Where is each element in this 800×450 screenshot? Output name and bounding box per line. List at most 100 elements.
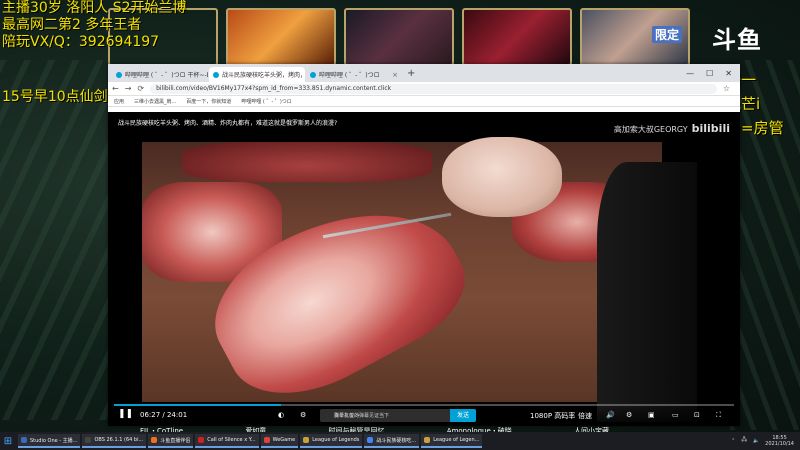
taskbar-item[interactable]: League of Legends	[300, 434, 363, 448]
tab-video[interactable]: 战斗民族硬核吃羊头粥，烤肉， ×	[209, 67, 305, 82]
pause-icon[interactable]: ❚❚	[118, 409, 133, 419]
bilibili-icon	[310, 71, 316, 78]
taskbar-item-label: 战斗民族硬核吃...	[376, 437, 417, 444]
taskbar-item-label: 斗鱼直播伴侣	[160, 437, 191, 444]
bilibili-watermark: bilibili	[691, 122, 730, 135]
widescreen-icon[interactable]: ▭	[672, 411, 679, 419]
clock[interactable]: 18:55 2021/10/14	[765, 435, 794, 447]
bookmarks-bar: 应用 三维小去遇黑_肩... 百度一下，你就知道 哔哩哔哩 ( ゜- ゜)つロ	[108, 96, 740, 107]
app-icon	[85, 437, 92, 443]
streamer-info-line: 主播30岁 洛阳人 S2开始兰博	[2, 0, 187, 16]
taskbar-item[interactable]: League of Legen...	[421, 434, 483, 448]
speaker-icon[interactable]: 🔈	[753, 438, 759, 444]
video-title: 战斗民族硬核吃羊头粥、烤肉、酒精、炸肉丸都有，难道这就是俄罗斯男人的浪漫?	[118, 120, 338, 127]
taskbar-item-label: WeGame	[272, 437, 296, 443]
champion-portrait-4	[462, 8, 572, 66]
url-field[interactable]: bilibili.com/video/BV16My177x4?spm_id_fr…	[150, 83, 717, 94]
danmaku-input[interactable]: 发个友善的弹幕见证当下 弹幕礼仪 > 发送	[320, 409, 476, 422]
bookmark-item[interactable]: 百度一下，你就知道	[186, 98, 231, 105]
forward-icon[interactable]: →	[125, 84, 132, 93]
video-frame-detail	[442, 137, 562, 217]
time-display: 06:27 / 24:01	[140, 411, 188, 419]
maximize-icon[interactable]: ☐	[706, 69, 713, 78]
streamer-info-line: 陪玩VX/Q：392694197	[2, 34, 160, 50]
app-icon	[21, 437, 27, 443]
fullscreen-icon[interactable]: ⛶	[716, 411, 721, 420]
tab-bilibili-2[interactable]: 哔哩哔哩 ( ゜- ゜)つロ ×	[306, 67, 402, 82]
video-player[interactable]: 战斗民族硬核吃羊头粥、烤肉、酒精、炸肉丸都有，难道这就是俄罗斯男人的浪漫? 高加…	[108, 112, 740, 426]
web-fullscreen-icon[interactable]: ⊡	[694, 411, 700, 419]
window-controls: — ☐ ✕	[686, 69, 740, 78]
tab-strip: 哔哩哔哩 ( ゜- ゜)つロ 干杯~-bili × 战斗民族硬核吃羊头粥，烤肉，…	[108, 64, 740, 82]
taskbar-item[interactable]: Studio One - 主播...	[18, 434, 81, 448]
back-icon[interactable]: ←	[112, 84, 119, 93]
taskbar-item[interactable]: OBS 26.1.1 (64 bi...	[82, 434, 147, 448]
taskbar-item[interactable]: 战斗民族硬核吃...	[364, 434, 420, 448]
video-frame	[142, 137, 697, 422]
danmaku-settings-icon[interactable]: ⚙	[300, 411, 306, 419]
champion-portrait-5: 限定	[580, 8, 690, 66]
bilibili-icon	[213, 71, 219, 78]
app-icon	[263, 437, 270, 443]
browser-window: 哔哩哔哩 ( ゜- ゜)つロ 干杯~-bili × 战斗民族硬核吃羊头粥，烤肉，…	[108, 64, 740, 426]
limited-badge: 限定	[651, 26, 682, 43]
bookmark-item[interactable]: 三维小去遇黑_肩...	[134, 98, 176, 105]
taskbar-item-label: Studio One - 主播...	[30, 437, 78, 444]
close-icon[interactable]: ×	[392, 71, 398, 79]
app-icon	[198, 437, 205, 443]
taskbar-item-label: League of Legends	[312, 437, 360, 443]
progress-fill	[114, 404, 282, 406]
taskbar: ⊞ Studio One - 主播... OBS 26.1.1 (64 bi...…	[0, 432, 800, 450]
volume-icon[interactable]: 🔊	[606, 411, 615, 419]
address-bar-row: ← → ⟳ bilibili.com/video/BV16My177x4?spm…	[108, 82, 740, 96]
clock-date: 2021/10/14	[765, 441, 794, 447]
app-icon	[424, 437, 431, 443]
danmaku-toggle-icon[interactable]: ◐	[278, 411, 284, 419]
player-controls: ❚❚ 06:27 / 24:01 ◐ ⚙ 发个友善的弹幕见证当下 弹幕礼仪 > …	[108, 404, 740, 426]
taskbar-item[interactable]: WeGame	[260, 434, 299, 448]
uploader-watermark: 高加索大叔GEORGY	[613, 125, 688, 134]
quality-selector[interactable]: 1080P 高码率	[530, 411, 575, 421]
tab-label: 哔哩哔哩 ( ゜- ゜)つロ 干杯~-bili	[125, 72, 208, 79]
champion-portrait-2	[226, 8, 336, 66]
video-frame-detail	[182, 142, 432, 182]
app-icon	[151, 437, 158, 443]
windows-start-icon[interactable]: ⊞	[0, 432, 16, 450]
tab-label: 哔哩哔哩 ( ゜- ゜)つロ	[319, 72, 380, 79]
taskbar-item-label: OBS 26.1.1 (64 bi...	[94, 437, 144, 443]
speed-selector[interactable]: 倍速	[578, 411, 592, 421]
taskbar-item[interactable]: Call of Silence x Y...	[195, 434, 259, 448]
douyu-logo: 斗鱼	[712, 26, 762, 54]
reload-icon[interactable]: ⟳	[137, 84, 144, 93]
bilibili-icon	[116, 71, 122, 78]
settings-icon[interactable]: ⚙	[626, 411, 632, 419]
streamer-info: 主播30岁 洛阳人 S2开始兰博 最高网二第2 多年王者 陪玩VX/Q：3926…	[2, 0, 187, 51]
streamer-info-line: 最高网二第2 多年王者	[2, 17, 142, 33]
video-frame-detail	[597, 162, 697, 422]
minimize-icon[interactable]: —	[686, 69, 694, 78]
progress-bar[interactable]	[114, 404, 734, 406]
video-watermark: 高加索大叔GEORGY bilibili	[614, 122, 730, 135]
up-arrow-icon[interactable]: ⌃	[731, 438, 735, 444]
bookmark-item[interactable]: 应用	[114, 98, 124, 105]
taskbar-item-label: League of Legen...	[433, 437, 480, 443]
schedule-text: 15号早10点仙剑	[2, 89, 108, 105]
champion-portrait-3	[344, 8, 454, 66]
taskbar-item-label: Call of Silence x Y...	[207, 437, 256, 443]
taskbar-item[interactable]: 斗鱼直播伴侣	[148, 434, 194, 448]
danmaku-etiquette-link[interactable]: 弹幕礼仪 >	[334, 412, 360, 419]
app-icon	[303, 437, 310, 443]
close-window-icon[interactable]: ✕	[725, 69, 732, 78]
new-tab-button[interactable]: +	[407, 68, 415, 79]
bookmark-item[interactable]: 哔哩哔哩 ( ゜- ゜)つロ	[241, 98, 291, 105]
system-tray: ⌃ 🖧 🔈 18:55 2021/10/14	[731, 435, 800, 447]
app-icon	[367, 437, 374, 443]
tab-label: 战斗民族硬核吃羊头粥，烤肉，	[222, 72, 305, 79]
champion-strip: 限定	[108, 8, 698, 66]
taskbar-items: Studio One - 主播... OBS 26.1.1 (64 bi... 斗鱼…	[16, 434, 483, 448]
tab-bilibili-home[interactable]: 哔哩哔哩 ( ゜- ゜)つロ 干杯~-bili ×	[112, 67, 208, 82]
pip-icon[interactable]: ▣	[648, 411, 655, 419]
send-danmaku-button[interactable]: 发送	[450, 409, 476, 422]
star-icon[interactable]: ☆	[723, 84, 730, 93]
network-icon[interactable]: 🖧	[741, 437, 747, 445]
